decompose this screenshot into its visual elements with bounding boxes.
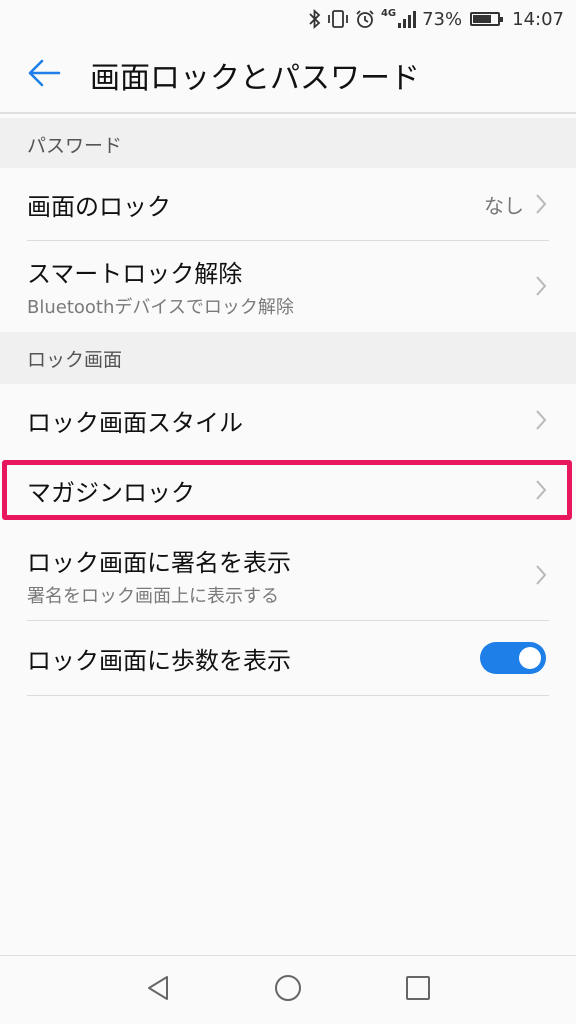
row-title: スマートロック解除: [27, 259, 243, 288]
bluetooth-icon: [309, 8, 321, 30]
row-subtitle: Bluetoothデバイスでロック解除: [27, 296, 294, 318]
home-circle-icon: [274, 974, 302, 1006]
row-title: マガジンロック: [27, 478, 195, 507]
chevron-right-icon: [534, 275, 548, 297]
divider: [27, 695, 549, 696]
chevron-right-icon: [534, 193, 548, 215]
row-screen-lock[interactable]: 画面のロック なし: [0, 168, 576, 240]
page-title: 画面ロックとパスワード: [90, 61, 420, 96]
arrow-left-icon: [27, 58, 61, 92]
vibrate-icon: [327, 9, 349, 29]
toggle-knob: [519, 647, 541, 669]
nav-home-button[interactable]: [268, 970, 308, 1010]
chevron-right-icon: [534, 479, 548, 501]
status-time: 14:07: [512, 8, 564, 30]
navigation-bar: [0, 955, 576, 1024]
network-type: 4G: [380, 8, 397, 19]
battery-percent: 73%: [422, 8, 463, 30]
chevron-right-icon: [534, 409, 548, 431]
row-value: なし: [484, 193, 524, 218]
signal-icon: 4G: [380, 8, 417, 29]
steps-toggle-switch[interactable]: [480, 642, 546, 674]
alarm-icon: [355, 9, 375, 29]
back-button[interactable]: [14, 45, 74, 105]
row-subtitle: 署名をロック画面上に表示する: [27, 585, 279, 607]
app-bar: 画面ロックとパスワード: [0, 38, 576, 114]
row-title: ロック画面スタイル: [27, 408, 243, 437]
section-header-lock-screen: ロック画面: [0, 332, 576, 384]
row-show-steps[interactable]: ロック画面に歩数を表示: [0, 621, 576, 695]
recents-square-icon: [405, 975, 431, 1005]
chevron-right-icon: [534, 564, 548, 586]
nav-recents-button[interactable]: [398, 970, 438, 1010]
settings-screen: 4G 73% 14:07 画面ロックとパスワード パスワード 画面のロック なし: [0, 0, 576, 1024]
row-show-signature[interactable]: ロック画面に署名を表示 署名をロック画面上に表示する: [0, 530, 576, 620]
battery-icon: [470, 12, 504, 26]
back-triangle-icon: [145, 974, 171, 1006]
status-bar: 4G 73% 14:07: [0, 0, 576, 38]
section-header-password: パスワード: [0, 118, 576, 170]
row-title: ロック画面に署名を表示: [27, 548, 291, 577]
row-title: 画面のロック: [27, 192, 171, 221]
nav-back-button[interactable]: [138, 970, 178, 1010]
row-lock-screen-style[interactable]: ロック画面スタイル: [0, 384, 576, 456]
row-title: ロック画面に歩数を表示: [27, 646, 291, 675]
row-smart-unlock[interactable]: スマートロック解除 Bluetoothデバイスでロック解除: [0, 241, 576, 331]
row-magazine-lock[interactable]: マガジンロック: [0, 462, 576, 518]
